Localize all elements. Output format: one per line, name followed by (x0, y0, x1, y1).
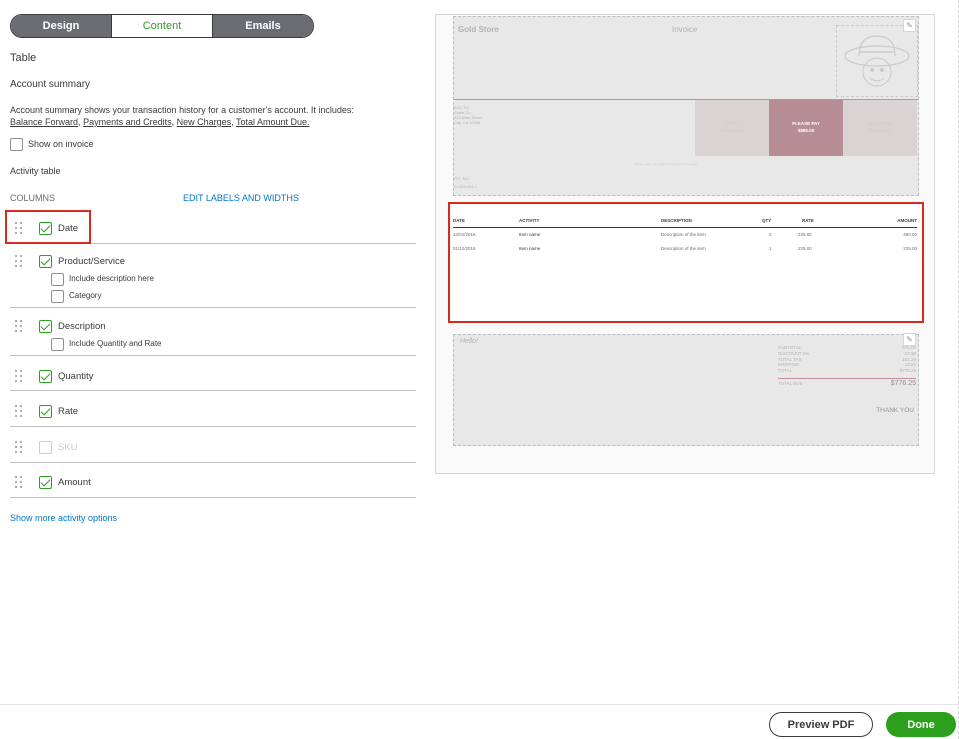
columns-label: COLUMNS (10, 193, 56, 203)
show-more-activity-options-link[interactable]: Show more activity options (10, 513, 117, 523)
account-summary-description: Account summary shows your transaction h… (10, 105, 354, 127)
column-row-description: Description Include Quantity and Rate (10, 308, 416, 356)
category-label[interactable]: Category (69, 291, 101, 300)
please-pay-box: PLEASE PAY $885.00 (769, 100, 843, 156)
payment-note: Please make your payment before the due … (634, 162, 698, 166)
tab-design[interactable]: Design (11, 15, 111, 37)
totals-block: SUBTOTAL 675.00 DISCOUNT 2% -13.50 TOTAL T… (778, 345, 916, 387)
drag-handle-icon[interactable] (15, 441, 23, 454)
account-summary-title: Account summary (10, 79, 91, 90)
invoice-header-section[interactable]: Gold Store Invoice ✎ BILL TO Smith Co. 1… (453, 16, 919, 196)
po-number-block: P.O. NO. CUS01004-1 (454, 176, 478, 189)
column-row-sku: SKU (10, 427, 416, 463)
drag-handle-icon[interactable] (15, 405, 23, 418)
tab-bar: Design Content Emails (10, 14, 314, 38)
show-on-invoice-label[interactable]: Show on invoice (28, 139, 94, 149)
include-description-label[interactable]: Include description here (69, 274, 154, 283)
amount-checkbox[interactable] (39, 476, 52, 489)
footer-divider (0, 704, 959, 705)
drag-handle-icon[interactable] (15, 370, 23, 383)
logo-image (836, 25, 918, 97)
date-box: DATE 01/12/2016 (695, 100, 769, 156)
column-row-amount: Amount (10, 463, 416, 498)
rate-label: Rate (58, 406, 79, 417)
thank-you-text: THANK YOU (876, 407, 914, 414)
tab-content[interactable]: Content (111, 15, 213, 37)
product-service-label: Product/Service (58, 256, 126, 267)
edit-pencil-icon[interactable]: ✎ (903, 19, 916, 32)
include-quantity-rate-checkbox[interactable] (51, 338, 64, 351)
drag-handle-icon[interactable] (15, 320, 23, 333)
description-checkbox[interactable] (39, 320, 52, 333)
column-row-product: Product/Service Include description here… (10, 244, 416, 308)
category-checkbox[interactable] (51, 290, 64, 303)
drag-handle-icon[interactable] (15, 255, 23, 268)
straw-hat-logo-icon (844, 35, 910, 87)
quantity-checkbox[interactable] (39, 370, 52, 383)
quantity-label: Quantity (58, 371, 94, 382)
bill-to-block: BILL TO Smith Co. 123 Main Street City, … (454, 105, 483, 125)
section-title: Table (10, 52, 37, 64)
sku-checkbox[interactable] (39, 441, 52, 454)
invoice-footer-section[interactable]: Hello! ✎ SUBTOTAL 675.00 DISCOUNT 2% -13.5… (453, 333, 919, 446)
column-row-rate: Rate (10, 391, 416, 427)
date-highlight-box (5, 210, 91, 244)
product-service-checkbox[interactable] (39, 255, 52, 268)
sku-label: SKU (58, 442, 78, 453)
drag-handle-icon[interactable] (15, 476, 23, 489)
description-label: Description (58, 321, 106, 332)
invoice-title: Invoice (672, 25, 698, 34)
company-name: Gold Store (458, 25, 499, 34)
rate-checkbox[interactable] (39, 405, 52, 418)
message-text: Hello! (460, 338, 478, 345)
done-button[interactable]: Done (886, 712, 956, 737)
activity-table-highlight-box (448, 202, 924, 323)
include-quantity-rate-label[interactable]: Include Quantity and Rate (69, 339, 162, 348)
activity-table-title: Activity table (10, 166, 61, 176)
edit-labels-link[interactable]: EDIT LABELS AND WIDTHS (183, 193, 299, 203)
amount-label: Amount (58, 477, 91, 488)
tab-emails[interactable]: Emails (213, 15, 313, 37)
preview-pdf-button[interactable]: Preview PDF (769, 712, 873, 737)
column-row-quantity: Quantity (10, 356, 416, 391)
show-on-invoice-checkbox[interactable] (10, 138, 23, 151)
due-date-box: DUE DATE 02/12/2016 (843, 100, 917, 156)
include-description-checkbox[interactable] (51, 273, 64, 286)
